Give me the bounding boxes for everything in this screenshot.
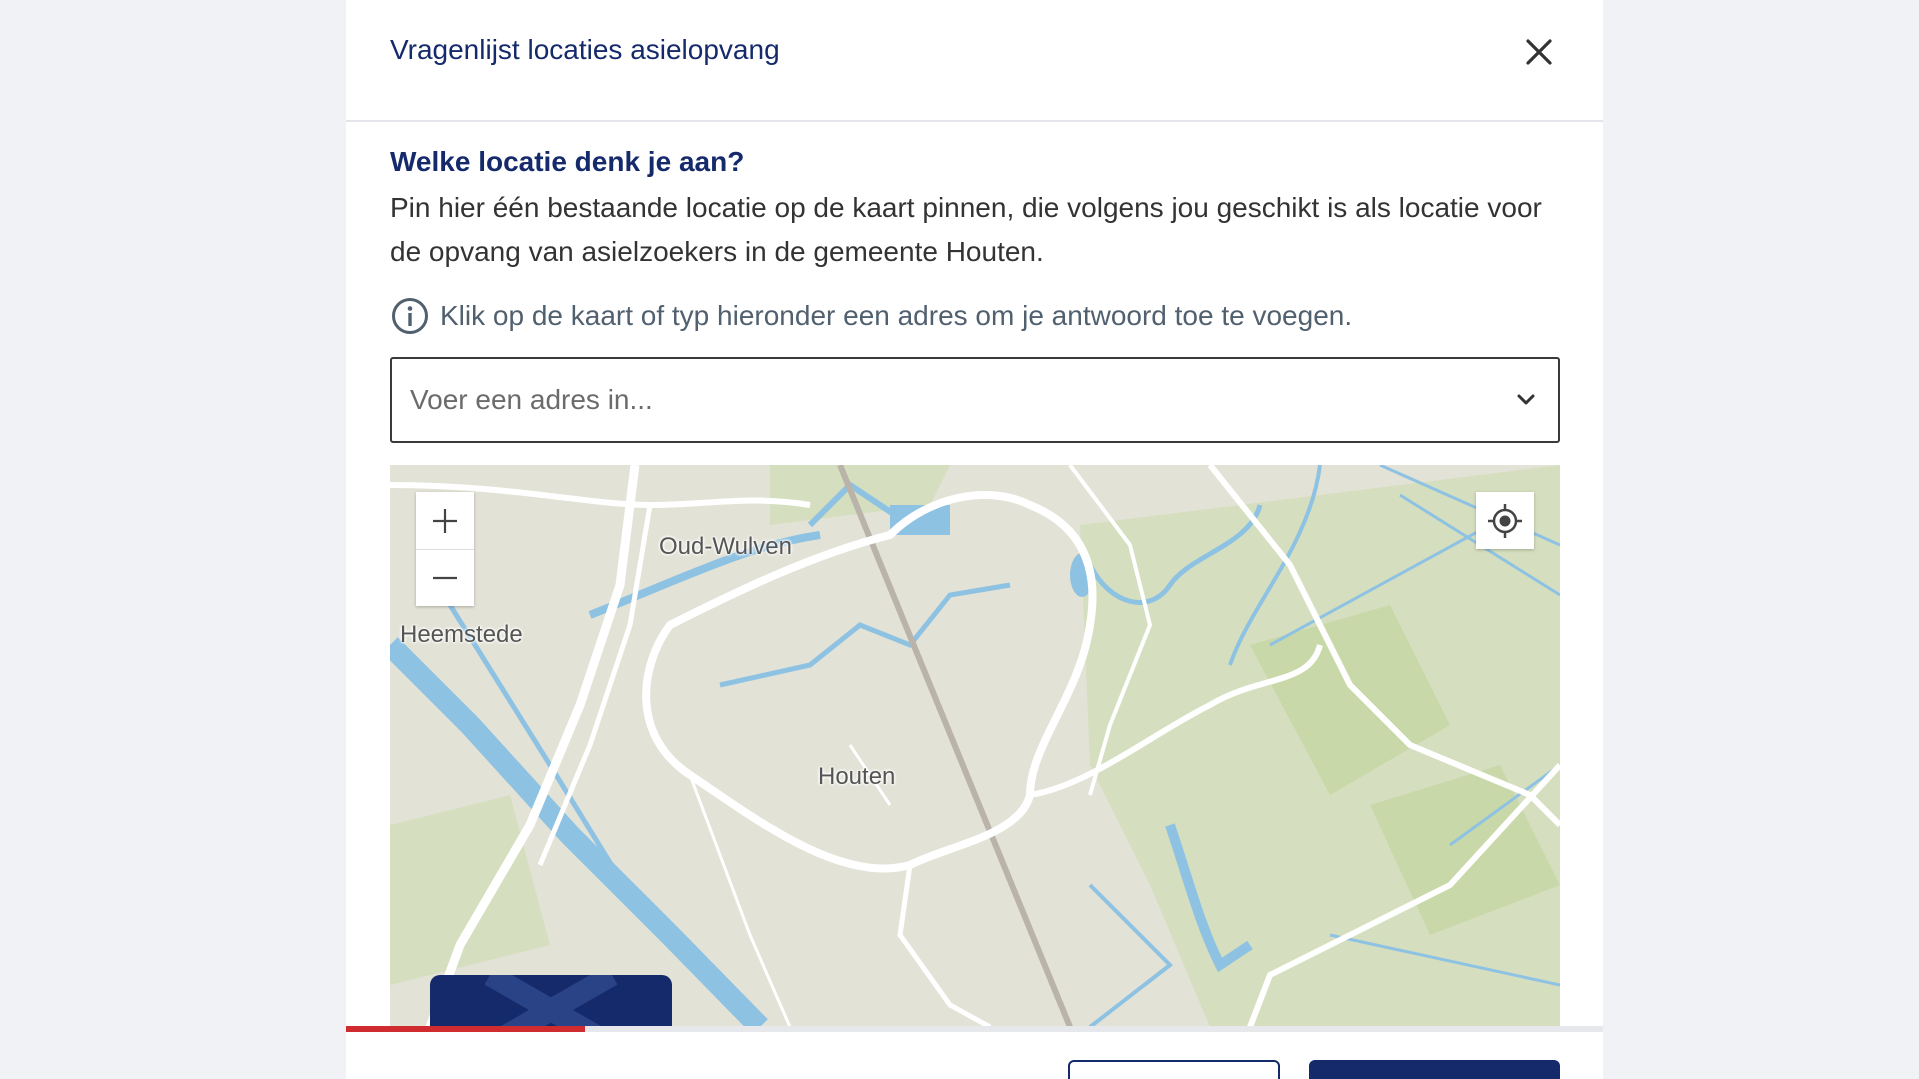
question-heading: Welke locatie denk je aan?: [390, 146, 745, 177]
address-placeholder: Voer een adres in...: [410, 384, 653, 415]
question-description: Pin hier één bestaande locatie op de kaa…: [390, 192, 1542, 267]
close-button[interactable]: [1519, 32, 1559, 72]
info-icon: [392, 298, 428, 334]
close-icon: [484, 975, 618, 1027]
map-tiles[interactable]: [390, 465, 1560, 1027]
questionnaire-modal: Vragenlijst locaties asielopvang Welke l…: [346, 0, 1603, 1079]
previous-button[interactable]: [1068, 1060, 1280, 1079]
map-label-houten: Houten: [818, 763, 896, 790]
map-label-oud-wulven: Oud-Wulven: [659, 533, 792, 560]
plus-icon: [433, 508, 457, 533]
modal-title: Vragenlijst locaties asielopvang: [390, 34, 780, 65]
info-hint: Klik op de kaart of typ hieronder een ad…: [390, 296, 1352, 336]
chevron-down-icon[interactable]: [1512, 386, 1540, 414]
close-icon: [1526, 39, 1552, 65]
next-button[interactable]: [1309, 1060, 1560, 1079]
map-label-heemstede: Heemstede: [400, 621, 523, 648]
minus-icon: [433, 576, 457, 580]
zoom-out-button[interactable]: [416, 549, 474, 606]
zoom-controls: [416, 492, 474, 606]
locate-me-button[interactable]: [1476, 492, 1534, 549]
map-layer-toggle[interactable]: [430, 975, 672, 1027]
progress-fill: [346, 1026, 585, 1032]
hint-text: Klik op de kaart of typ hieronder een ad…: [440, 300, 1353, 331]
address-input[interactable]: Voer een adres in...: [390, 357, 1560, 443]
progress-bar: [346, 1026, 1603, 1032]
modal-header: Vragenlijst locaties asielopvang: [346, 0, 1603, 122]
map-view[interactable]: Oud-Wulven Heemstede Houten: [390, 465, 1560, 1027]
zoom-in-button[interactable]: [416, 492, 474, 549]
crosshair-icon: [1488, 503, 1522, 538]
